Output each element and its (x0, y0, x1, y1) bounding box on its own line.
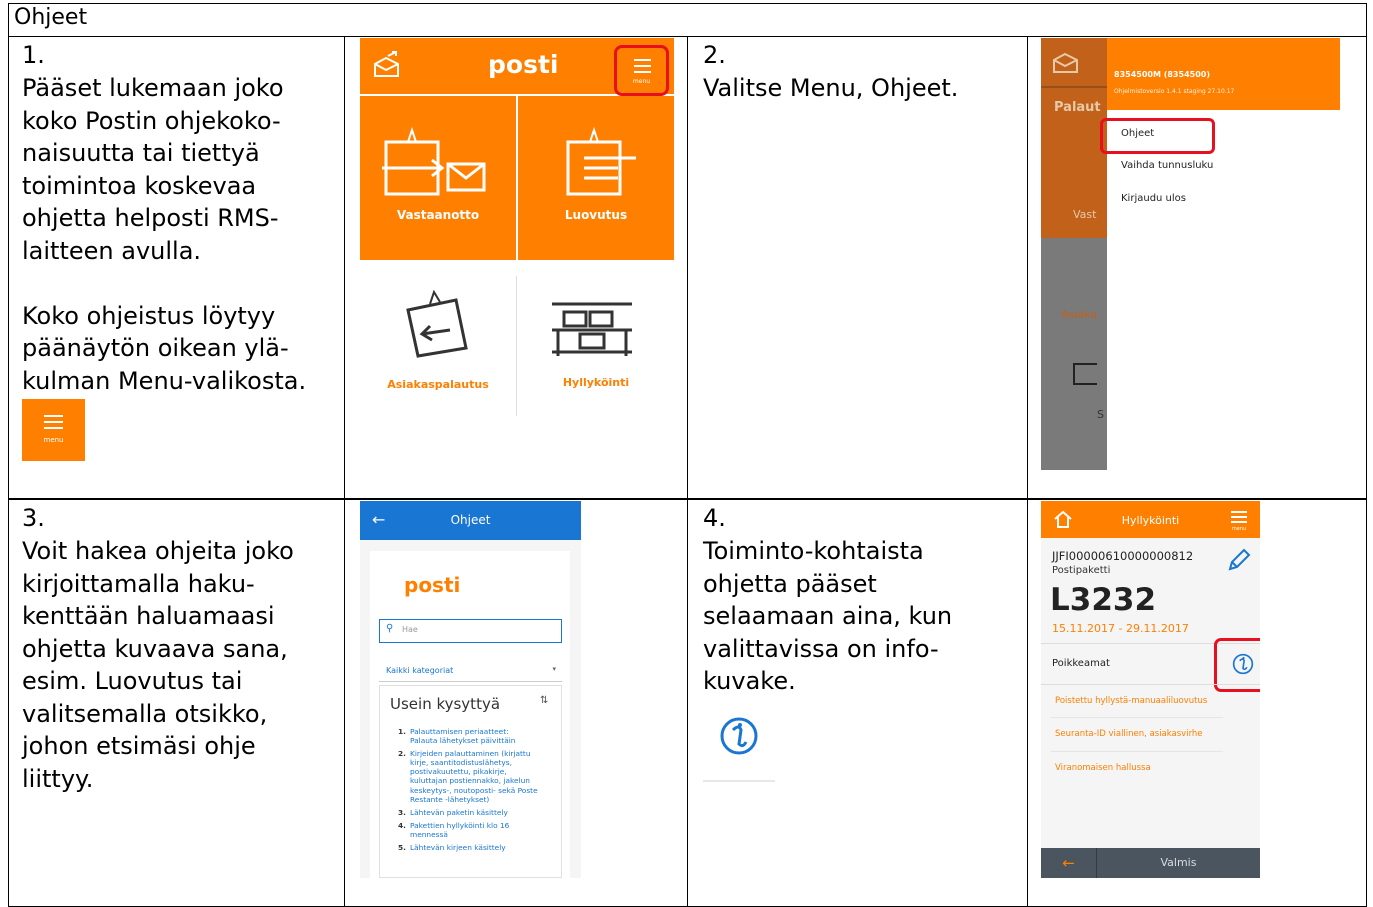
shelf-icon (550, 300, 634, 360)
screenshot-main-menu: posti menu Vastaanotto Luovutus Asiakasp… (360, 38, 674, 418)
shelf-code: L3232 (1050, 582, 1157, 618)
step-number: 2. (703, 41, 726, 69)
receive-icon (382, 124, 492, 204)
menu-item-ohjeet[interactable]: Ohjeet (1100, 118, 1215, 154)
page-title: Ohjeet (14, 5, 88, 30)
divider (344, 36, 345, 907)
faq-title: Usein kysyttyä (390, 695, 501, 713)
back-arrow-icon[interactable]: ← (1041, 848, 1097, 878)
posti-logo: posti (404, 573, 461, 597)
step-number: 3. (22, 504, 45, 532)
search-placeholder: Hae (402, 625, 418, 634)
handover-icon (548, 124, 648, 204)
return-icon (400, 289, 480, 360)
screenshot-shelving: Hyllyköinti menu JJFI00000610000000812 P… (1041, 501, 1260, 878)
faq-item[interactable]: 1. Palauttamisen periaatteet: Palauta läh… (398, 727, 558, 745)
faq-item[interactable]: 3. Lähtevän paketin käsittely (398, 808, 558, 817)
tile-label[interactable]: Hyllyköinti (518, 376, 674, 389)
step-number: 1. (22, 41, 45, 69)
edit-icon[interactable] (1226, 547, 1252, 573)
dimmed-label: Vast (1073, 208, 1097, 221)
account-id: 8354500M (8354500) (1114, 70, 1210, 79)
divider (687, 36, 688, 907)
step-number: 4. (703, 504, 726, 532)
dimmed-shelf-icon (1073, 363, 1097, 385)
exceptions-label: Poikkeamat (1052, 658, 1110, 669)
dimmed-label: Asiaka (1061, 308, 1097, 321)
screenshot-menu-open: Palaut Vast Asiaka S 8354500M (8354500) … (1041, 38, 1340, 470)
menu-label: menu (632, 78, 651, 85)
help-header: Ohjeet (450, 513, 491, 527)
parcel-type: Postipaketti (1052, 565, 1111, 576)
step-text: Pääset lukemaan joko koko Postin ohjekok… (22, 74, 307, 395)
step-text: Valitse Menu, Ohjeet. (703, 74, 959, 102)
search-input[interactable]: ⚲ Hae (379, 619, 562, 643)
exception-item[interactable]: Poistettu hyllystä-manuaaliluovutus (1055, 696, 1207, 706)
category-select[interactable]: Kaikki kategoriat ▾ (379, 661, 562, 682)
faq-item[interactable]: 5. Lähtevän kirjeen käsittely (398, 843, 558, 852)
menu-icon: menu (22, 399, 85, 461)
menu-button[interactable]: menu (1227, 507, 1251, 533)
menu-item-change-code[interactable]: Vaihda tunnusluku (1121, 160, 1213, 171)
tile-label[interactable]: Asiakaspalautus (360, 378, 516, 391)
date-range: 15.11.2017 - 29.11.2017 (1052, 622, 1189, 635)
tile-label[interactable]: Luovutus (518, 208, 674, 222)
info-icon-sample (703, 700, 775, 782)
screenshot-help-page: ← Ohjeet posti ⚲ Hae Kaikki kategoriat ▾… (360, 501, 581, 878)
faq-item[interactable]: 4. Pakettien hyllyköinti klo 16 mennessä (398, 821, 558, 839)
sort-icon[interactable]: ⇅ (540, 695, 548, 706)
exception-item[interactable]: Viranomaisen hallussa (1055, 763, 1151, 773)
parcel-id: JJFI00000610000000812 (1052, 549, 1194, 563)
menu-button[interactable]: menu (614, 45, 669, 96)
menu-item-logout[interactable]: Kirjaudu ulos (1121, 193, 1186, 204)
dimmed-label: S (1097, 408, 1104, 421)
app-icon (372, 50, 402, 80)
dimmed-label: Palaut (1054, 100, 1101, 115)
chevron-down-icon: ▾ (552, 665, 556, 673)
faq-item[interactable]: 2. Kirjeiden palauttaminen (kirjattu kirj… (398, 749, 558, 804)
dimmed-app-icon (1051, 46, 1081, 76)
search-icon: ⚲ (386, 623, 394, 634)
version-text: Ohjelmistoversio 1.4.1 staging 27.10.17 (1114, 88, 1235, 95)
done-button[interactable]: Valmis (1097, 856, 1260, 869)
tile-label[interactable]: Vastaanotto (360, 208, 516, 222)
step-text: Voit hakea ohjeita joko kirjoittamalla h… (22, 537, 294, 793)
divider (1027, 36, 1028, 907)
posti-logo: posti (488, 50, 559, 79)
exception-item[interactable]: Seuranta-ID viallinen, asiakasvirhe (1055, 729, 1203, 739)
faq-list: 1. Palauttamisen periaatteet: Palauta läh… (398, 727, 558, 852)
step-text: Toiminto-kohtaista ohjetta pääset selaam… (703, 537, 953, 695)
